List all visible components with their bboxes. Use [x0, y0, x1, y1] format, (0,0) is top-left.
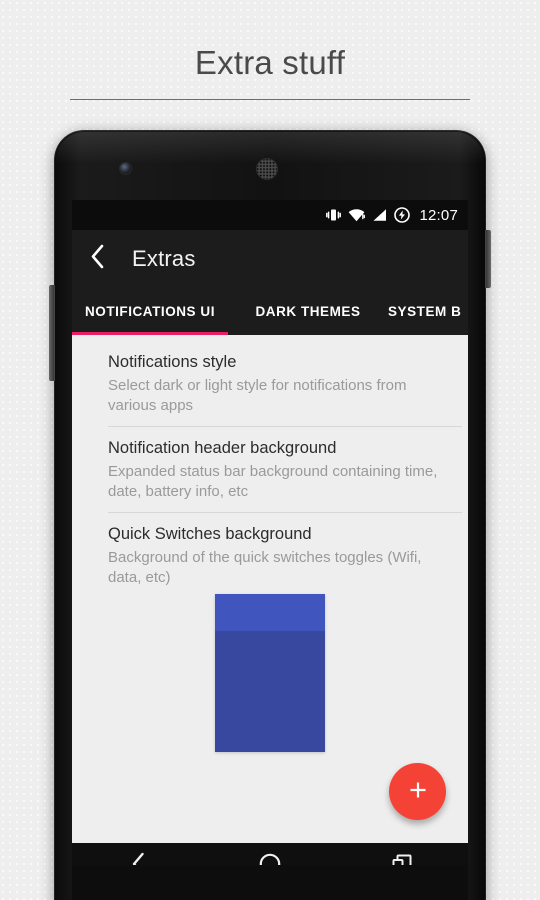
wifi-icon	[348, 208, 366, 222]
earpiece-speaker-icon	[256, 158, 278, 180]
toolbar-back-button[interactable]	[72, 230, 122, 287]
screenshot-root: Extra stuff 12:07 Extras NOTIFICATIONS U…	[0, 0, 540, 900]
list-item[interactable]: Notifications style Select dark or light…	[72, 341, 468, 427]
nav-home-button[interactable]	[235, 843, 305, 865]
circle-icon	[258, 852, 282, 865]
tab-system-b[interactable]: SYSTEM B	[388, 287, 468, 335]
status-bar-clock: 12:07	[419, 206, 458, 224]
system-nav-bar	[72, 843, 468, 865]
title-divider	[70, 99, 470, 100]
nav-recents-button[interactable]	[367, 843, 437, 865]
swatch-top-band	[215, 594, 325, 631]
tab-bar: NOTIFICATIONS UI DARK THEMES SYSTEM B	[72, 287, 468, 335]
list-item-subtitle: Select dark or light style for notificat…	[108, 377, 407, 414]
status-bar: 12:07	[72, 200, 468, 230]
content-area: Notifications style Select dark or light…	[72, 335, 468, 843]
battery-charging-icon	[394, 207, 411, 223]
back-chevron-icon	[130, 851, 146, 865]
list-item-title: Quick Switches background	[108, 525, 312, 543]
back-chevron-icon	[90, 244, 105, 274]
phone-bottom-chin	[72, 865, 468, 900]
list-item-title: Notification header background	[108, 439, 337, 457]
list-item-title: Notifications style	[108, 353, 237, 371]
tab-notifications-ui[interactable]: NOTIFICATIONS UI	[72, 287, 228, 335]
power-button[interactable]	[485, 230, 491, 288]
list-item-subtitle: Background of the quick switches toggles…	[108, 549, 422, 586]
color-preview-swatch[interactable]	[215, 594, 325, 752]
plus-icon	[407, 779, 429, 804]
volume-rocker-button[interactable]	[49, 285, 55, 381]
list-item[interactable]: Quick Switches background Background of …	[72, 513, 468, 599]
app-toolbar: Extras	[72, 230, 468, 287]
overview-squares-icon	[390, 852, 414, 865]
page-title: Extra stuff	[194, 44, 346, 81]
swatch-bottom-band	[215, 631, 325, 752]
settings-list: Notifications style Select dark or light…	[72, 335, 468, 599]
add-fab-button[interactable]	[389, 763, 446, 820]
page-header: Extra stuff	[0, 0, 540, 110]
nav-back-button[interactable]	[103, 843, 173, 865]
front-camera-icon	[120, 163, 131, 174]
vibrate-icon	[326, 208, 342, 222]
signal-icon	[372, 208, 387, 222]
phone-screen: 12:07 Extras NOTIFICATIONS UI DARK THEME…	[72, 200, 468, 865]
list-item[interactable]: Notification header background Expanded …	[72, 427, 468, 513]
phone-device: 12:07 Extras NOTIFICATIONS UI DARK THEME…	[49, 130, 491, 900]
list-item-subtitle: Expanded status bar background containin…	[108, 463, 438, 500]
tab-dark-themes[interactable]: DARK THEMES	[228, 287, 388, 335]
toolbar-title: Extras	[132, 245, 196, 271]
